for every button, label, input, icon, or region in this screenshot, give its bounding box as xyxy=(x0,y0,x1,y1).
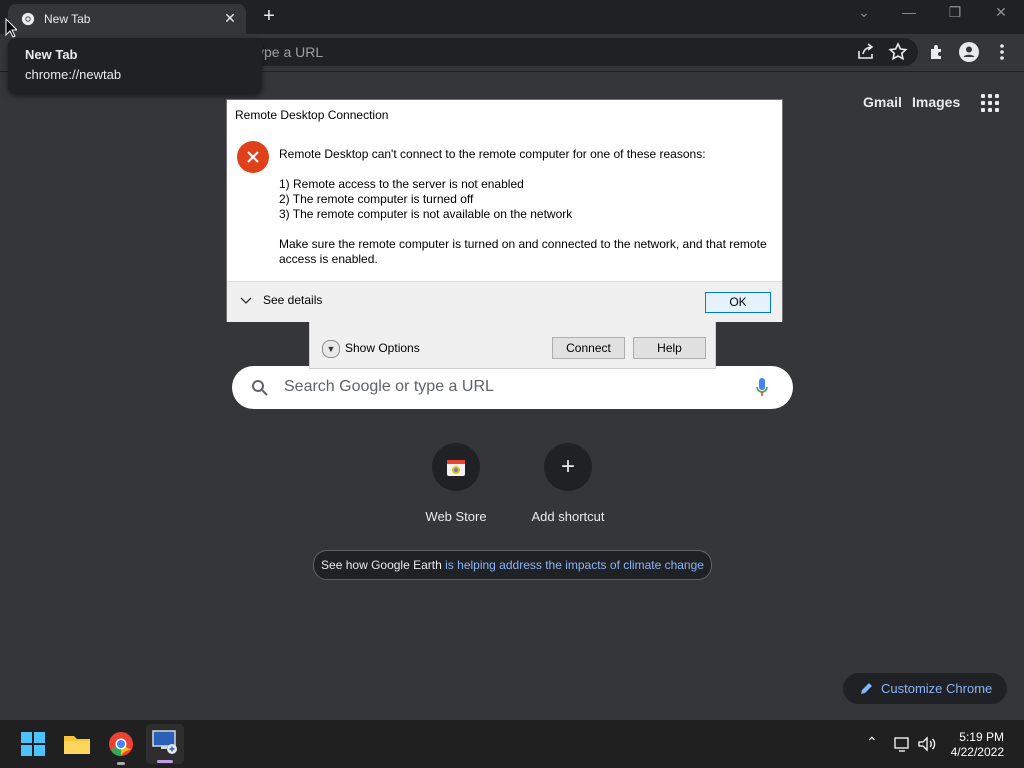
dialog-title: Remote Desktop Connection xyxy=(235,108,389,122)
plus-icon: + xyxy=(560,453,575,480)
rdp-taskbar-item[interactable] xyxy=(146,724,184,764)
remote-desktop-icon xyxy=(152,730,177,754)
advice-line-1: Make sure the remote computer is turned … xyxy=(279,237,767,251)
images-link[interactable]: Images xyxy=(912,94,960,110)
gmail-link[interactable]: Gmail xyxy=(863,94,902,110)
hover-card-title: New Tab xyxy=(25,47,78,62)
taskbar: ⌃ 5:19 PM 4/22/2022 xyxy=(0,720,1024,768)
pencil-icon xyxy=(861,683,872,694)
rdp-connection-window: ▼ Show Options Connect Help xyxy=(309,318,716,369)
clock-date: 4/22/2022 xyxy=(950,745,1004,759)
tab-strip: New Tab ✕ + ⌄ — ❐ ✕ xyxy=(0,0,1024,34)
hover-card-url: chrome://newtab xyxy=(25,67,122,82)
tab-close-icon[interactable]: ✕ xyxy=(222,10,238,26)
dialog-message: Remote Desktop can't connect to the remo… xyxy=(279,147,706,161)
chevron-down-icon[interactable] xyxy=(240,296,252,306)
tab-hover-card: New Tab chrome://newtab xyxy=(8,38,262,94)
search-input[interactable]: Search Google or type a URL xyxy=(232,366,793,409)
close-window-button[interactable]: ✕ xyxy=(986,4,1016,26)
profile-icon[interactable] xyxy=(957,40,981,64)
error-x-glyph xyxy=(247,151,259,163)
shortcut-web-store[interactable]: Web Store xyxy=(401,443,511,524)
see-details-toggle[interactable]: See details xyxy=(263,293,322,307)
search-icon xyxy=(252,380,268,396)
help-button[interactable]: Help xyxy=(633,337,706,359)
menu-kebab-icon[interactable] xyxy=(990,40,1014,64)
reason-2: 2) The remote computer is turned off xyxy=(279,192,474,206)
address-bar-placeholder: ype a URL xyxy=(257,44,324,60)
network-icon[interactable] xyxy=(893,735,911,753)
reason-1: 1) Remote access to the server is not en… xyxy=(279,177,524,191)
error-icon xyxy=(237,141,269,173)
volume-icon[interactable] xyxy=(917,735,937,753)
web-store-icon xyxy=(447,460,465,476)
search-placeholder: Search Google or type a URL xyxy=(284,378,494,395)
customize-label: Customize Chrome xyxy=(881,681,993,696)
chrome-icon xyxy=(21,12,35,26)
promo-link[interactable]: is helping address the impacts of climat… xyxy=(445,558,704,572)
reason-3: 3) The remote computer is not available … xyxy=(279,207,573,221)
connect-button[interactable]: Connect xyxy=(552,337,625,359)
chevron-up-icon[interactable]: ⌃ xyxy=(866,734,878,751)
extensions-icon[interactable] xyxy=(925,40,949,64)
minimize-button[interactable]: — xyxy=(894,4,924,26)
system-clock[interactable]: 5:19 PM 4/22/2022 xyxy=(951,730,1004,760)
microphone-icon[interactable] xyxy=(755,377,769,399)
show-options-chevron-icon[interactable]: ▼ xyxy=(322,340,340,358)
restore-button[interactable]: ❐ xyxy=(940,4,970,26)
tab-title: New Tab xyxy=(44,12,91,26)
chrome-taskbar-icon[interactable] xyxy=(105,728,137,760)
clock-time: 5:19 PM xyxy=(959,730,1004,744)
share-icon[interactable] xyxy=(854,40,878,64)
shortcut-label: Add shortcut xyxy=(531,509,605,524)
doodle-promo[interactable]: See how Google Earth is helping address … xyxy=(313,550,712,580)
shortcut-add[interactable]: + Add shortcut xyxy=(513,443,623,524)
ok-button[interactable]: OK xyxy=(705,292,771,313)
rdp-active-indicator xyxy=(157,760,173,763)
tab-new-tab[interactable]: New Tab ✕ xyxy=(8,4,246,34)
bookmark-star-icon[interactable] xyxy=(886,40,910,64)
shortcut-label: Web Store xyxy=(425,509,487,524)
tab-search-icon[interactable]: ⌄ xyxy=(849,4,879,26)
mouse-cursor-icon xyxy=(5,18,17,38)
rdp-error-dialog: Remote Desktop Connection Remote Desktop… xyxy=(226,99,783,322)
windows-start-icon[interactable] xyxy=(17,728,49,760)
dialog-footer: See details OK xyxy=(227,281,782,322)
file-explorer-icon[interactable] xyxy=(61,728,93,760)
show-options-button[interactable]: Show Options xyxy=(345,341,420,355)
promo-text: See how Google Earth xyxy=(321,558,442,572)
advice-line-2: access is enabled. xyxy=(279,252,378,266)
chrome-running-indicator xyxy=(117,762,125,765)
google-apps-icon[interactable] xyxy=(981,94,999,112)
new-tab-button[interactable]: + xyxy=(258,6,280,28)
customize-chrome-button[interactable]: Customize Chrome xyxy=(843,673,1007,704)
